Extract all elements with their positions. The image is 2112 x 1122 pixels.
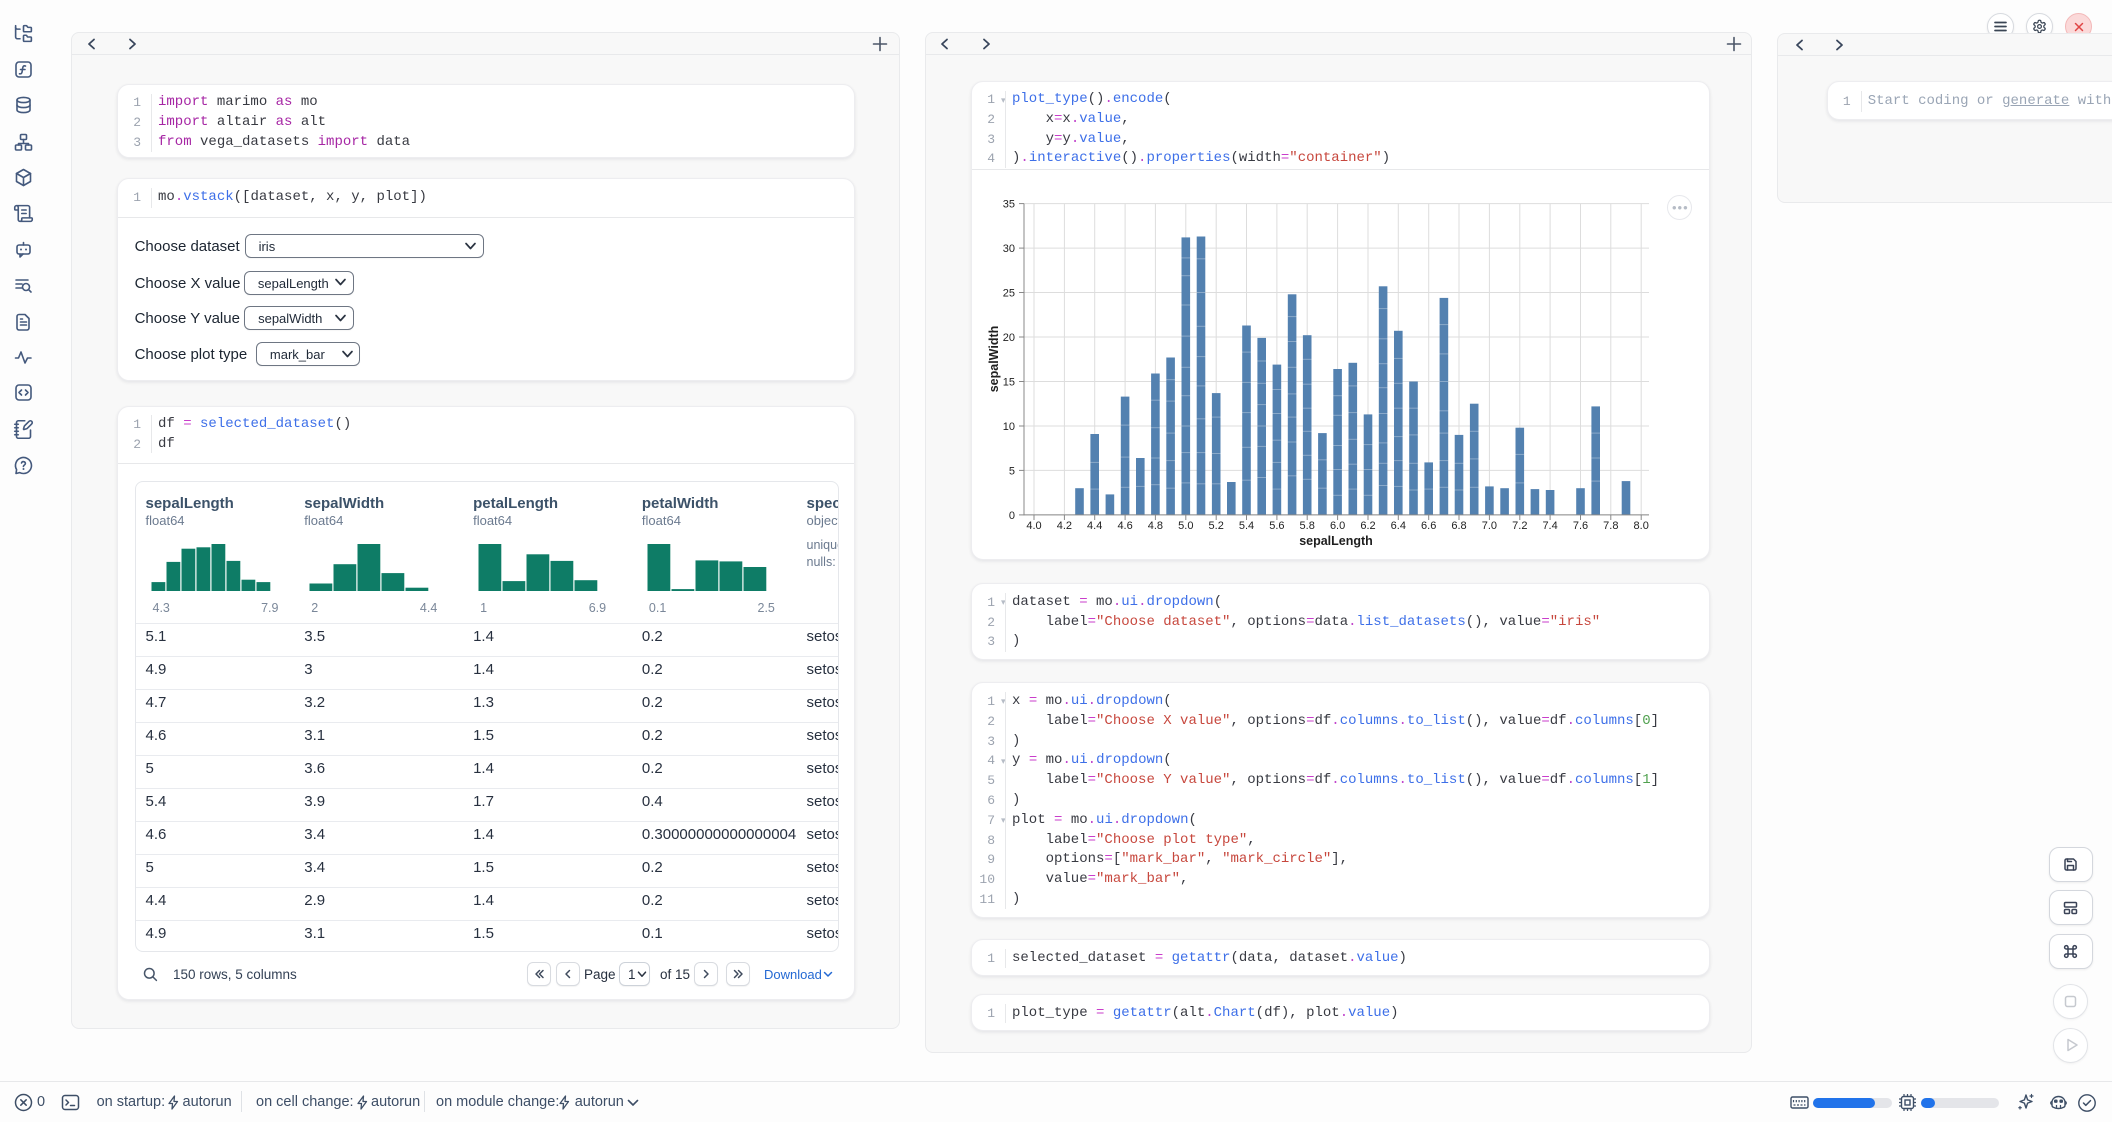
svg-text:7.0: 7.0	[1482, 520, 1497, 532]
svg-text:4.4: 4.4	[1087, 520, 1102, 532]
svg-text:6.0: 6.0	[1330, 520, 1345, 532]
svg-text:5.2: 5.2	[1209, 520, 1224, 532]
svg-text:35: 35	[1003, 198, 1015, 210]
svg-text:6.8: 6.8	[1451, 520, 1466, 532]
svg-text:4.6: 4.6	[1117, 520, 1132, 532]
svg-text:0: 0	[1009, 509, 1015, 521]
svg-text:4.8: 4.8	[1148, 520, 1163, 532]
svg-text:5.6: 5.6	[1269, 520, 1284, 532]
svg-text:5.8: 5.8	[1300, 520, 1315, 532]
svg-text:sepalWidth: sepalWidth	[987, 325, 1001, 392]
svg-text:25: 25	[1003, 287, 1015, 299]
svg-text:10: 10	[1003, 421, 1015, 433]
svg-text:7.2: 7.2	[1512, 520, 1527, 532]
svg-text:7.6: 7.6	[1573, 520, 1588, 532]
svg-text:sepalLength: sepalLength	[1299, 534, 1373, 548]
svg-text:5: 5	[1009, 465, 1015, 477]
svg-text:20: 20	[1003, 332, 1015, 344]
svg-text:7.8: 7.8	[1603, 520, 1618, 532]
svg-text:4.2: 4.2	[1057, 520, 1072, 532]
svg-text:15: 15	[1003, 376, 1015, 388]
svg-text:4.0: 4.0	[1026, 520, 1041, 532]
svg-text:5.4: 5.4	[1239, 520, 1254, 532]
svg-text:5.0: 5.0	[1178, 520, 1193, 532]
svg-text:30: 30	[1003, 243, 1015, 255]
svg-text:6.4: 6.4	[1391, 520, 1406, 532]
svg-text:7.4: 7.4	[1542, 520, 1557, 532]
svg-text:6.2: 6.2	[1360, 520, 1375, 532]
svg-text:6.6: 6.6	[1421, 520, 1436, 532]
svg-text:8.0: 8.0	[1634, 520, 1649, 532]
